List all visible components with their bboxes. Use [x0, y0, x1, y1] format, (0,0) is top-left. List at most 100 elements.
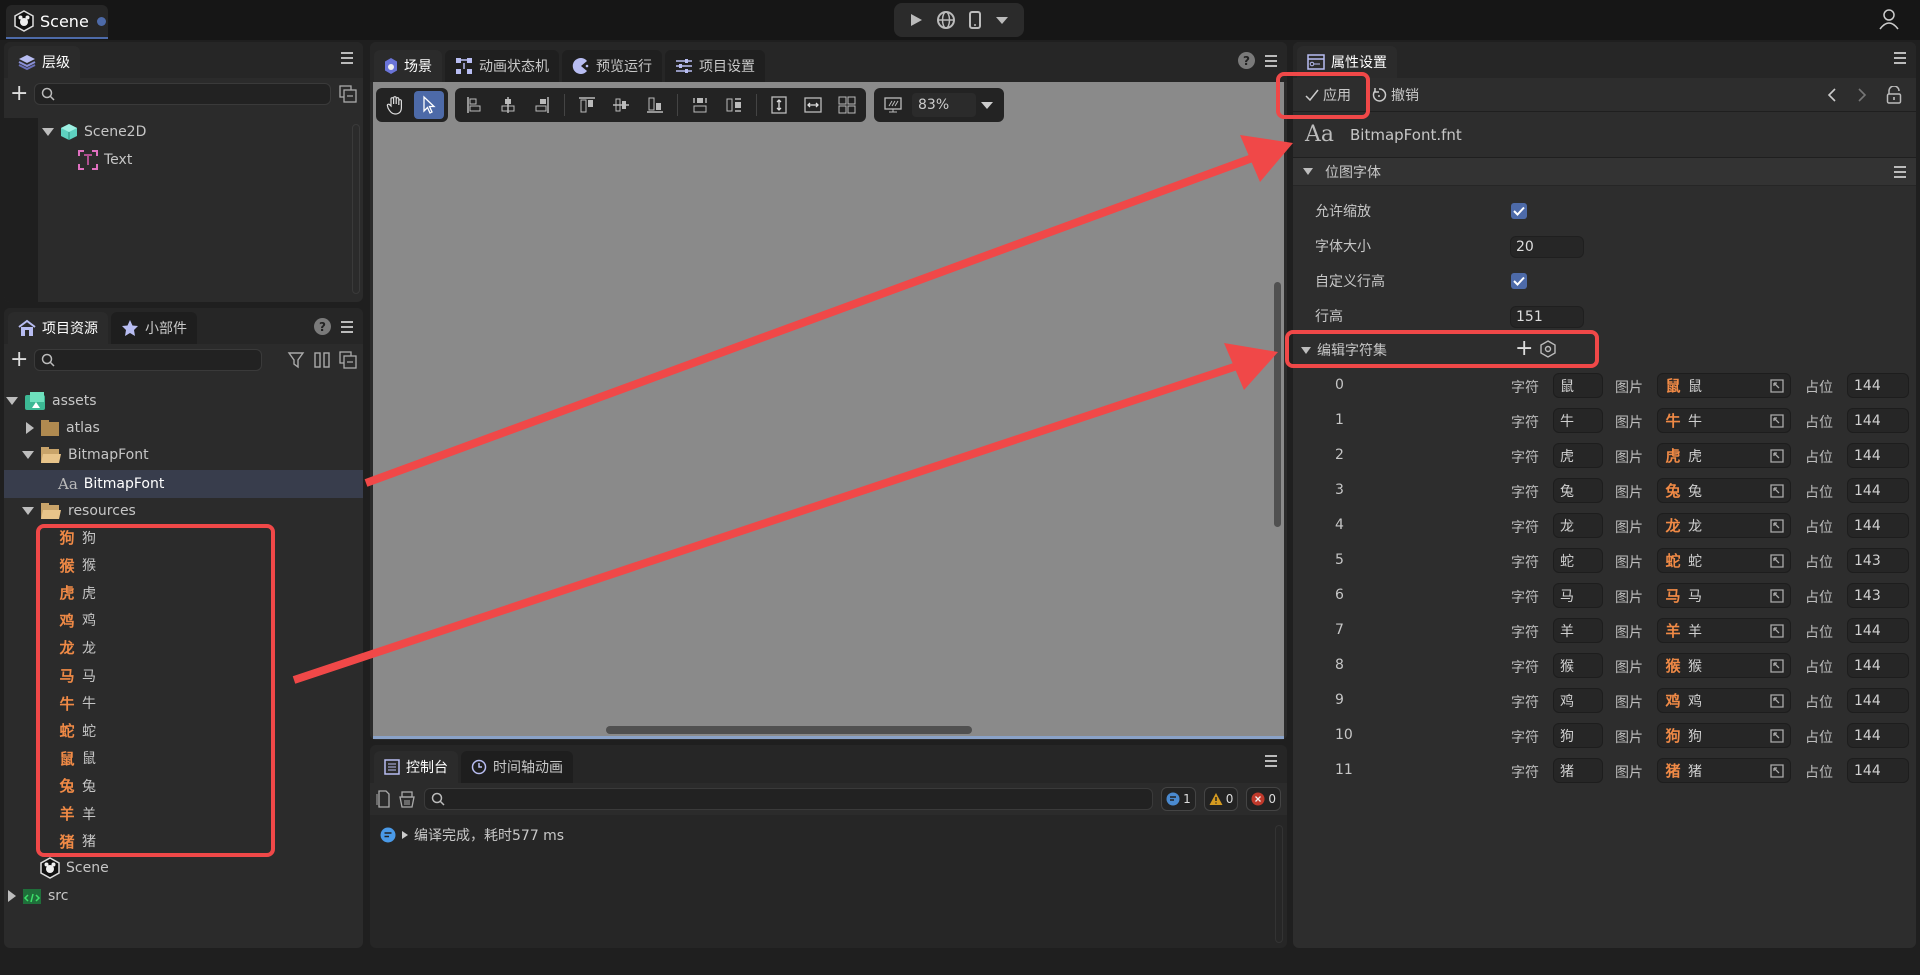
advance-input[interactable]: 144: [1847, 408, 1909, 433]
locate-asset-icon[interactable]: [1770, 729, 1784, 743]
split-view-icon[interactable]: [313, 351, 331, 369]
settings-hex-icon[interactable]: [1540, 340, 1556, 358]
char-input[interactable]: 猪: [1553, 758, 1603, 783]
tab-properties[interactable]: 属性设置: [1297, 46, 1397, 78]
char-input[interactable]: 鼠: [1553, 373, 1603, 398]
viewport-horizontal-scrollbar[interactable]: [606, 726, 972, 734]
tree-item-resource-image[interactable]: 龙龙: [58, 634, 96, 661]
tab-preview-run[interactable]: 预览运行: [562, 50, 662, 82]
tree-item-resource-image[interactable]: 兔兔: [58, 772, 96, 799]
char-input[interactable]: 狗: [1553, 723, 1603, 748]
locate-asset-icon[interactable]: [1770, 519, 1784, 533]
align-center-h-button[interactable]: [493, 91, 523, 119]
console-search-input[interactable]: [445, 791, 1153, 807]
tab-console[interactable]: 控制台: [374, 751, 458, 783]
collapse-all-icon[interactable]: [339, 351, 357, 369]
forward-icon[interactable]: [1856, 87, 1868, 103]
assets-search-input[interactable]: [55, 352, 261, 368]
expand-arrow-icon[interactable]: [42, 127, 54, 136]
fit-height-button[interactable]: [764, 91, 794, 119]
tree-item-resource-image[interactable]: 马马: [58, 662, 96, 689]
tree-item-resources[interactable]: resources: [22, 497, 136, 524]
error-filter-badge[interactable]: 0: [1246, 787, 1281, 811]
tab-scene[interactable]: 场景: [374, 50, 442, 82]
tree-item-resource-image[interactable]: 狗狗: [58, 524, 96, 551]
menu-icon[interactable]: [1894, 52, 1906, 64]
advance-input[interactable]: 144: [1847, 513, 1909, 538]
tree-item-atlas[interactable]: atlas: [26, 414, 100, 441]
filter-icon[interactable]: [287, 351, 305, 369]
image-picker[interactable]: 鸡鸡: [1657, 688, 1791, 713]
dropdown-icon[interactable]: [994, 14, 1010, 26]
advance-input[interactable]: 144: [1847, 758, 1909, 783]
collapse-arrow-icon[interactable]: [1301, 346, 1311, 354]
image-picker[interactable]: 鼠鼠: [1657, 373, 1791, 398]
locate-asset-icon[interactable]: [1770, 484, 1784, 498]
menu-icon[interactable]: [341, 320, 353, 333]
clear-console-icon[interactable]: [398, 790, 416, 808]
advance-input[interactable]: 144: [1847, 478, 1909, 503]
allow-scale-checkbox[interactable]: [1511, 203, 1527, 219]
tree-item-bitmapfont-file[interactable]: Aa BitmapFont: [58, 470, 164, 497]
image-picker[interactable]: 牛牛: [1657, 408, 1791, 433]
revert-button[interactable]: 撤销: [1371, 85, 1419, 105]
mobile-icon[interactable]: [968, 10, 982, 30]
tree-item-resource-image[interactable]: 蛇蛇: [58, 717, 96, 744]
image-picker[interactable]: 猪猪: [1657, 758, 1791, 783]
help-icon[interactable]: ?: [1238, 52, 1255, 69]
image-picker[interactable]: 猴猴: [1657, 653, 1791, 678]
tree-item-resource-image[interactable]: 猴猴: [58, 552, 96, 579]
hierarchy-scrollbar[interactable]: [352, 124, 360, 294]
image-picker[interactable]: 狗狗: [1657, 723, 1791, 748]
console-log-entry[interactable]: 编译完成，耗时577 ms: [380, 825, 564, 845]
align-top-button[interactable]: [572, 91, 602, 119]
tree-item-resource-image[interactable]: 猪猪: [58, 828, 96, 855]
info-filter-badge[interactable]: 1: [1161, 787, 1196, 811]
align-bottom-button[interactable]: [640, 91, 670, 119]
scene-document-tab[interactable]: Scene: [6, 5, 108, 39]
back-icon[interactable]: [1826, 87, 1838, 103]
distribute-vertical-button[interactable]: [685, 91, 715, 119]
viewport-vertical-scrollbar[interactable]: [1274, 282, 1281, 527]
advance-input[interactable]: 143: [1847, 548, 1909, 573]
apply-button[interactable]: 应用: [1305, 85, 1351, 105]
select-tool-button[interactable]: [414, 91, 444, 119]
advance-input[interactable]: 144: [1847, 723, 1909, 748]
locate-asset-icon[interactable]: [1770, 694, 1784, 708]
add-asset-button[interactable]: +: [10, 349, 28, 371]
char-input[interactable]: 虎: [1553, 443, 1603, 468]
distribute-horizontal-button[interactable]: [719, 91, 749, 119]
align-left-button[interactable]: [459, 91, 489, 119]
locate-asset-icon[interactable]: [1770, 764, 1784, 778]
add-char-button[interactable]: +: [1515, 336, 1533, 362]
menu-icon[interactable]: [341, 52, 353, 64]
char-input[interactable]: 羊: [1553, 618, 1603, 643]
tree-item-resource-image[interactable]: 鼠鼠: [58, 745, 96, 772]
image-picker[interactable]: 蛇蛇: [1657, 548, 1791, 573]
tree-item-resource-image[interactable]: 鸡鸡: [58, 607, 96, 634]
expand-arrow-icon[interactable]: [26, 421, 34, 434]
tree-item-src[interactable]: src: [8, 882, 68, 909]
fit-width-button[interactable]: [798, 91, 828, 119]
advance-input[interactable]: 144: [1847, 653, 1909, 678]
expand-arrow-icon[interactable]: [8, 889, 16, 902]
collapse-all-icon[interactable]: [339, 85, 357, 103]
char-input[interactable]: 蛇: [1553, 548, 1603, 573]
grid-layout-button[interactable]: [832, 91, 862, 119]
expand-arrow-icon[interactable]: [6, 396, 18, 405]
screen-mode-button[interactable]: [878, 91, 908, 119]
menu-icon[interactable]: [1265, 755, 1277, 767]
expand-arrow-icon[interactable]: [401, 830, 409, 840]
console-scrollbar[interactable]: [1275, 825, 1283, 943]
advance-input[interactable]: 143: [1847, 583, 1909, 608]
tree-item-scene2d[interactable]: Scene2D: [42, 118, 146, 145]
font-size-input[interactable]: 20: [1510, 236, 1584, 258]
char-input[interactable]: 牛: [1553, 408, 1603, 433]
scene-viewport[interactable]: [373, 82, 1284, 738]
tab-project-assets[interactable]: 项目资源: [8, 312, 108, 344]
tree-item-resource-image[interactable]: 牛牛: [58, 690, 96, 717]
help-icon[interactable]: ?: [314, 318, 331, 335]
expand-arrow-icon[interactable]: [22, 450, 34, 459]
tab-timeline-animation[interactable]: 时间轴动画: [461, 751, 573, 783]
copy-icon[interactable]: [376, 790, 390, 808]
